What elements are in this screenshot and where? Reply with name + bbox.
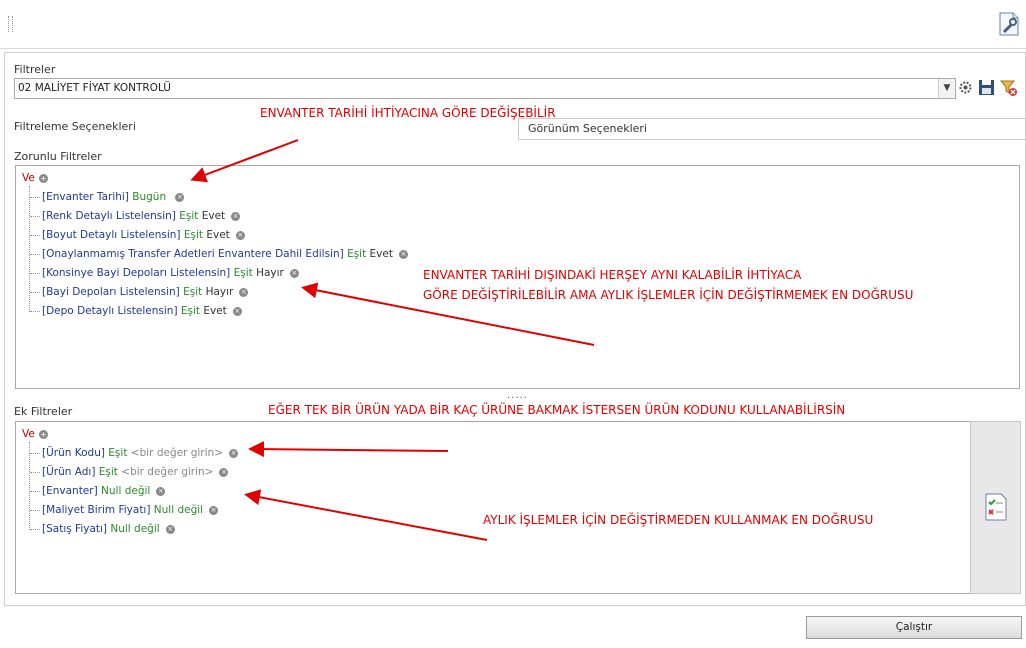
remove-icon[interactable]: × <box>231 211 241 221</box>
condition-value[interactable]: Evet <box>202 210 225 222</box>
tab-view-options-label: Görünüm Seçenekleri <box>528 122 647 135</box>
condition-field[interactable]: [Onaylanmamış Transfer Adetleri Envanter… <box>42 248 344 260</box>
condition-field[interactable]: [Renk Detaylı Listelensin] <box>42 210 176 222</box>
apply-filter-button[interactable] <box>970 421 1021 594</box>
add-condition-icon[interactable]: + <box>38 429 48 439</box>
condition-operator[interactable]: Eşit <box>108 447 127 459</box>
annotation-text: EĞER TEK BİR ÜRÜN YADA BİR KAÇ ÜRÜNE BAK… <box>268 403 846 417</box>
condition-row[interactable]: [Envanter Tarihi] Bugün × <box>42 191 185 203</box>
condition-operator[interactable]: Eşit <box>181 305 200 317</box>
remove-icon[interactable]: × <box>398 249 408 259</box>
condition-field[interactable]: [Maliyet Birim Fiyatı] <box>42 504 150 516</box>
annotation-text: AYLIK İŞLEMLER İÇİN DEĞİŞTİRMEDEN KULLAN… <box>483 513 874 527</box>
condition-value[interactable]: Evet <box>203 305 226 317</box>
root-operator[interactable]: Ve <box>22 428 35 440</box>
remove-icon[interactable]: × <box>209 505 219 515</box>
condition-operator[interactable]: Eşit <box>347 248 366 260</box>
condition-value[interactable]: <bir değer girin> <box>121 466 213 478</box>
condition-operator[interactable]: Eşit <box>183 286 202 298</box>
condition-operator[interactable]: Eşit <box>179 210 198 222</box>
remove-icon[interactable]: × <box>156 486 166 496</box>
remove-icon[interactable]: × <box>289 268 299 278</box>
chevron-down-icon[interactable]: ▼ <box>938 79 955 98</box>
condition-value[interactable]: Evet <box>206 229 229 241</box>
condition-operator[interactable]: Eşit <box>184 229 203 241</box>
condition-field[interactable]: [Satış Fiyatı] <box>42 523 107 535</box>
filter-select[interactable]: 02 MALİYET FİYAT KONTROLÜ ▼ <box>14 78 956 99</box>
tab-filter-options[interactable]: Filtreleme Seçenekleri <box>14 120 136 133</box>
condition-operator[interactable]: Null değil <box>101 485 150 497</box>
condition-field[interactable]: [Ürün Kodu] <box>42 447 105 459</box>
wrench-icon[interactable] <box>996 10 1022 38</box>
condition-row[interactable]: [Maliyet Birim Fiyatı] Null değil × <box>42 504 219 516</box>
run-button[interactable]: Çalıştır <box>806 616 1022 639</box>
condition-row[interactable]: [Ürün Kodu] Eşit <bir değer girin> × <box>42 447 238 459</box>
splitter-handle[interactable]: ..... <box>507 390 528 401</box>
remove-icon[interactable]: × <box>175 192 185 202</box>
condition-value[interactable]: <bir değer girin> <box>131 447 223 459</box>
condition-operator[interactable]: Null değil <box>154 504 203 516</box>
condition-value[interactable]: Hayır <box>256 267 284 279</box>
extra-filters-label: Ek Filtreler <box>14 405 73 418</box>
root-and-node[interactable]: Ve + <box>22 428 48 440</box>
condition-value[interactable]: Hayır <box>206 286 234 298</box>
root-operator[interactable]: Ve <box>22 172 35 184</box>
condition-field[interactable]: [Ürün Adı] <box>42 466 95 478</box>
condition-row[interactable]: [Konsinye Bayi Depoları Listelensin] Eşi… <box>42 267 299 279</box>
save-icon[interactable] <box>977 78 996 97</box>
annotation-text: ENVANTER TARİHİ DIŞINDAKİ HERŞEY AYNI KA… <box>423 268 802 282</box>
annotation-text: GÖRE DEĞİŞTİRİLEBİLİR AMA AYLIK İŞLEMLER… <box>423 288 914 302</box>
tab-view-options[interactable]: Görünüm Seçenekleri <box>518 118 1026 140</box>
condition-field[interactable]: [Envanter] <box>42 485 98 497</box>
extra-filter-tree[interactable]: Ve + [Ürün Kodu] Eşit <bir değer girin> × … <box>15 421 971 594</box>
condition-field[interactable]: [Envanter Tarihi] <box>42 191 129 203</box>
condition-operator[interactable]: Eşit <box>99 466 118 478</box>
condition-row[interactable]: [Renk Detaylı Listelensin] Eşit Evet × <box>42 210 241 222</box>
filters-label: Filtreler <box>14 63 56 76</box>
gear-icon[interactable] <box>956 78 975 97</box>
root-and-node[interactable]: Ve + <box>22 172 48 184</box>
condition-row[interactable]: [Satış Fiyatı] Null değil × <box>42 523 175 535</box>
condition-operator[interactable]: Eşit <box>234 267 253 279</box>
remove-icon[interactable]: × <box>239 287 249 297</box>
remove-icon[interactable]: × <box>229 448 238 458</box>
condition-operator[interactable]: Null değil <box>110 523 159 535</box>
annotation-text: ENVANTER TARİHİ İHTİYACINA GÖRE DEĞİŞEBİ… <box>260 106 556 120</box>
remove-icon[interactable]: × <box>232 306 242 316</box>
condition-row[interactable]: [Ürün Adı] Eşit <bir değer girin> × <box>42 466 229 478</box>
condition-row[interactable]: [Onaylanmamış Transfer Adetleri Envanter… <box>42 248 408 260</box>
condition-row[interactable]: [Envanter] Null değil × <box>42 485 166 497</box>
toolbar-grip[interactable] <box>8 16 13 32</box>
add-condition-icon[interactable]: + <box>38 173 48 183</box>
required-filters-label: Zorunlu Filtreler <box>14 150 102 163</box>
condition-row[interactable]: [Depo Detaylı Listelensin] Eşit Evet × <box>42 305 242 317</box>
clear-filter-icon[interactable] <box>999 78 1018 97</box>
top-toolbar <box>0 0 1026 49</box>
condition-field[interactable]: [Bayi Depoları Listelensin] <box>42 286 180 298</box>
remove-icon[interactable]: × <box>219 467 229 477</box>
condition-row[interactable]: [Bayi Depoları Listelensin] Eşit Hayır × <box>42 286 249 298</box>
condition-row[interactable]: [Boyut Detaylı Listelensin] Eşit Evet × <box>42 229 245 241</box>
condition-field[interactable]: [Boyut Detaylı Listelensin] <box>42 229 181 241</box>
condition-field[interactable]: [Konsinye Bayi Depoları Listelensin] <box>42 267 230 279</box>
filter-select-value: 02 MALİYET FİYAT KONTROLÜ <box>18 82 171 94</box>
remove-icon[interactable]: × <box>235 230 245 240</box>
checklist-icon <box>985 493 1007 521</box>
condition-operator[interactable]: Bugün <box>132 191 166 203</box>
condition-field[interactable]: [Depo Detaylı Listelensin] <box>42 305 178 317</box>
condition-value[interactable]: Evet <box>370 248 393 260</box>
remove-icon[interactable]: × <box>165 524 175 534</box>
